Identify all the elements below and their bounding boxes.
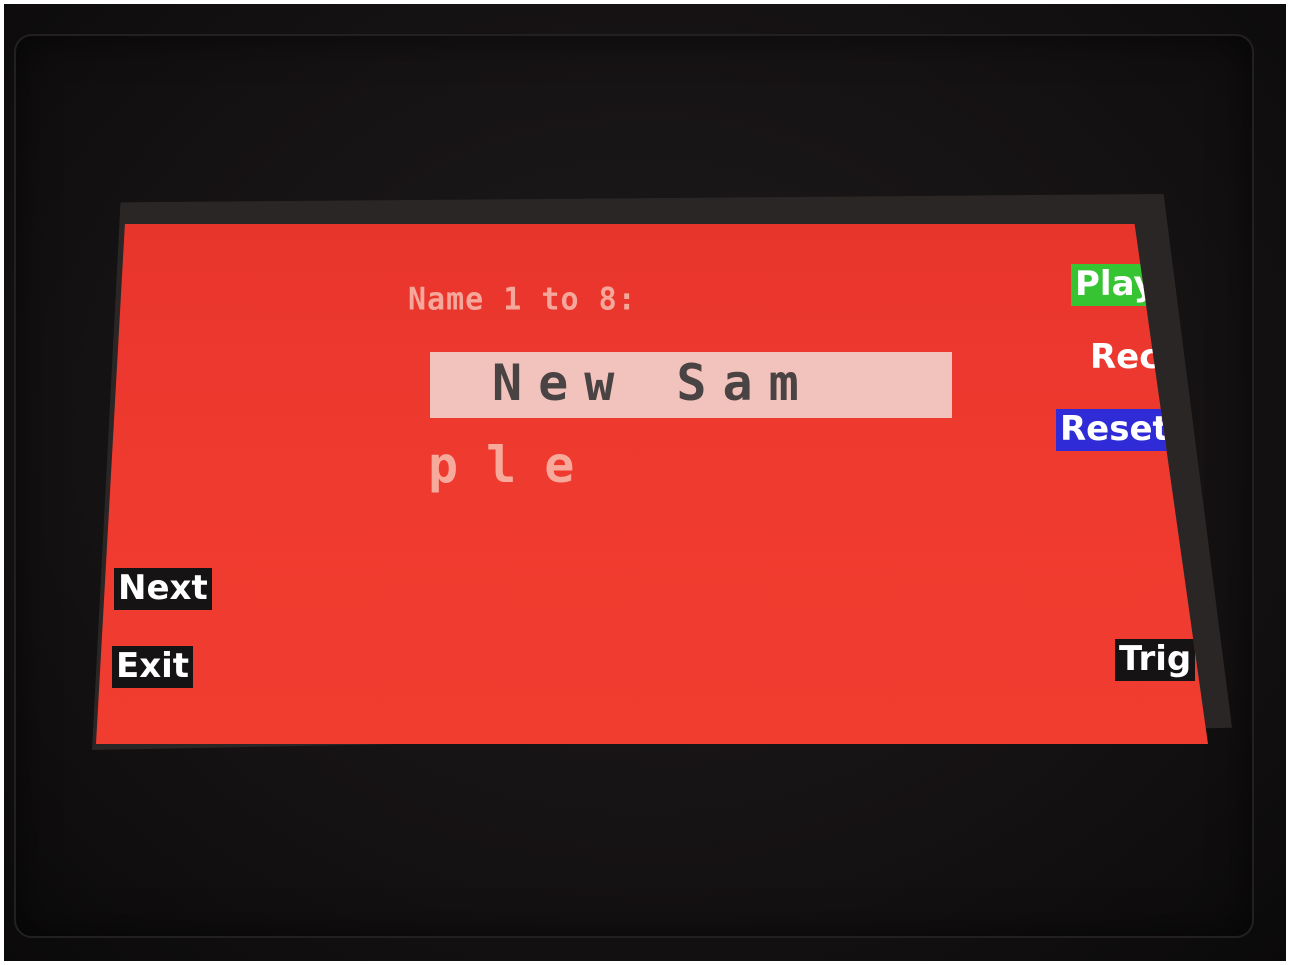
next-button[interactable]: Next	[114, 568, 212, 610]
trig-button[interactable]: Trig	[1115, 639, 1196, 681]
name-prompt-label: Name 1 to 8:	[408, 281, 637, 318]
lcd-screen: Name 1 to 8: New Sam ple Play Rec Reset …	[96, 224, 1208, 744]
exit-button[interactable]: Exit	[112, 646, 194, 688]
device-body: Name 1 to 8: New Sam ple Play Rec Reset …	[4, 4, 1286, 961]
reset-button[interactable]: Reset	[1056, 409, 1173, 451]
sample-name-line-2[interactable]: ple	[428, 436, 602, 494]
sample-name-line-1[interactable]: New Sam	[492, 354, 815, 412]
